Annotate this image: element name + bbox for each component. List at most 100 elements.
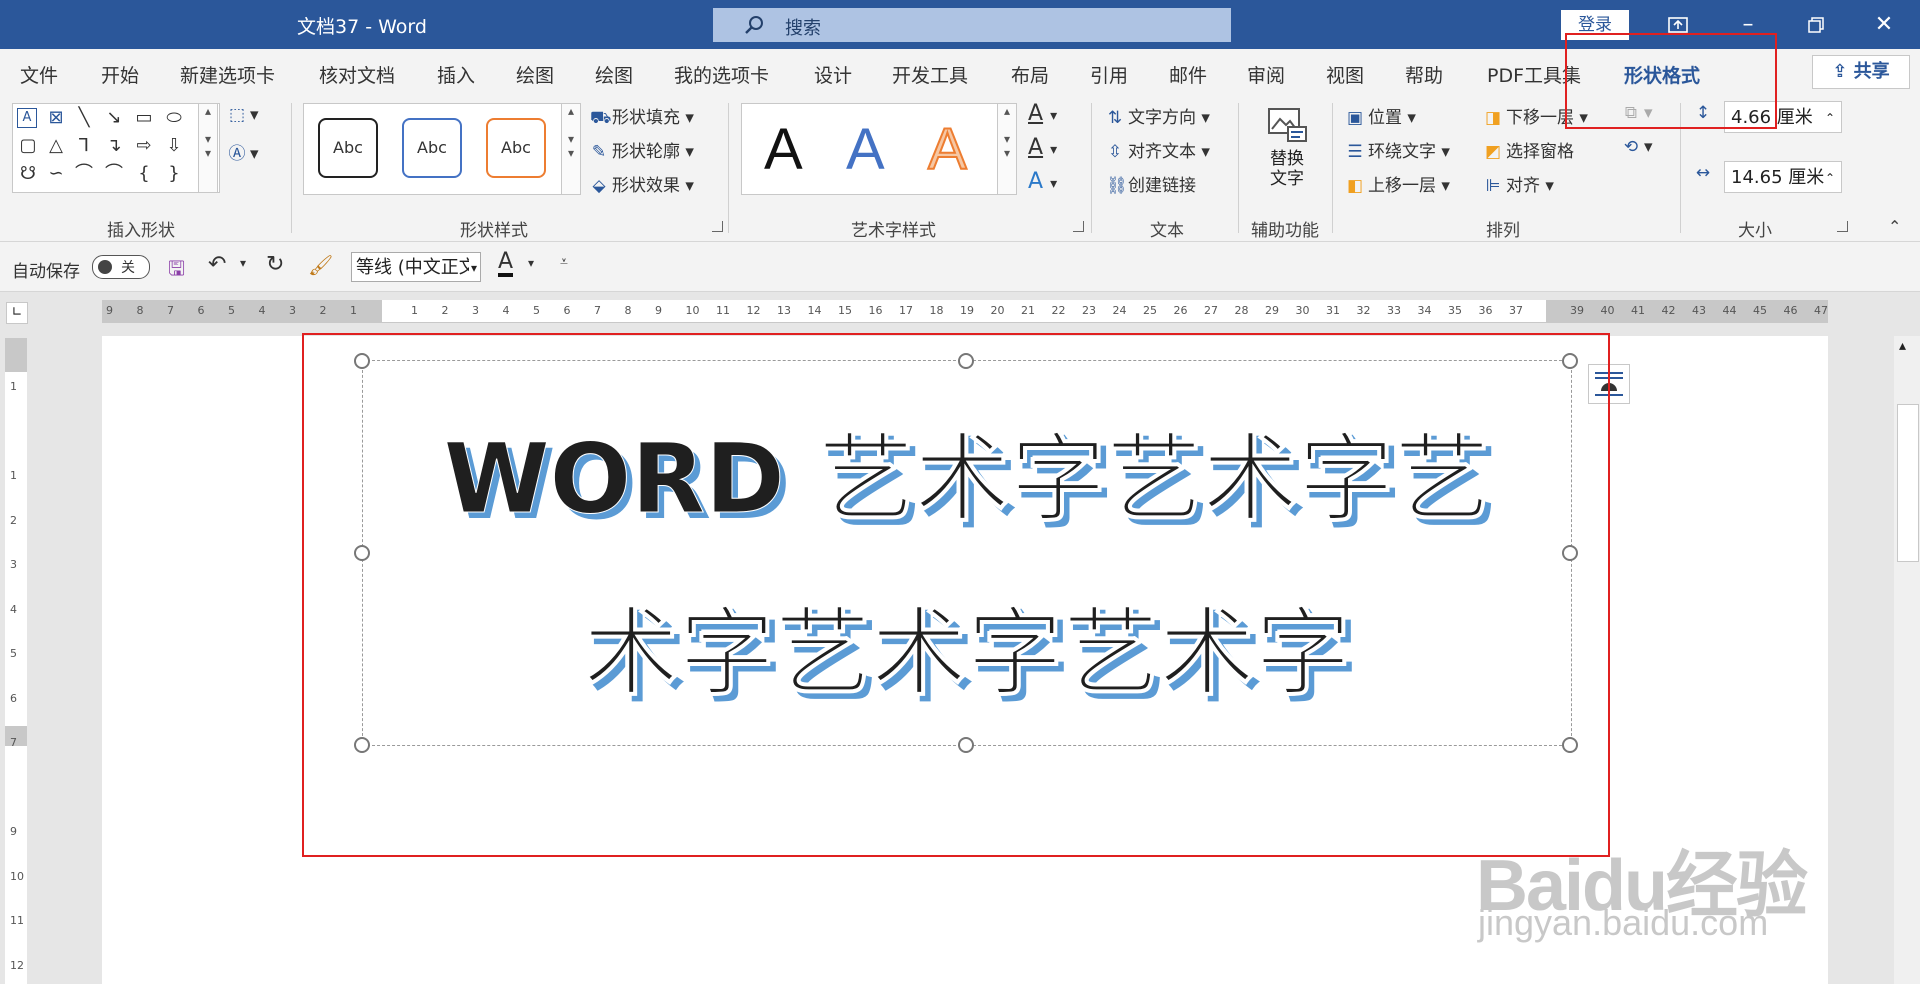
baidu-watermark-url: jingyan.baidu.com bbox=[1478, 902, 1769, 943]
align-text-icon: ⇳ bbox=[1107, 142, 1123, 162]
arc-icon[interactable]: ⌒ bbox=[73, 164, 95, 184]
wordart-style-black[interactable]: A bbox=[764, 116, 803, 183]
tab-insert[interactable]: 插入 bbox=[437, 61, 475, 88]
elbow-arrow-icon[interactable]: ↴ bbox=[103, 136, 125, 156]
shapes-gallery[interactable]: A ⊠ ╲ ↘ ▭ ⬭ ▢ △ ⅂ ↴ ⇨ ⇩ ☋ ∽ ⌒ ⌒ { } bbox=[12, 103, 220, 193]
align-text-button[interactable]: ⇳ 对齐文本 ▾ bbox=[1106, 137, 1210, 162]
tab-layout[interactable]: 布局 bbox=[1011, 61, 1049, 88]
text-direction-button[interactable]: ⇅ 文字方向 ▾ bbox=[1106, 103, 1210, 128]
tab-selector-icon[interactable]: ∟ bbox=[6, 302, 28, 324]
ruler-tick-label: 32 bbox=[1356, 304, 1371, 317]
rounded-rectangle-icon[interactable]: ▢ bbox=[17, 136, 39, 156]
horizontal-ruler[interactable]: 9 8 7 6 5 4 3 2 1 1 2 3 4 5 6 7 8 9 10 11 12 13 14 15 16 17 18 19 20… bbox=[102, 300, 1828, 323]
shape-fill-button[interactable]: ⛟形状填充 ▾ bbox=[590, 103, 694, 130]
right-arrow-icon[interactable]: ⇨ bbox=[133, 136, 155, 156]
text-effects-button[interactable]: A ▾ bbox=[1028, 169, 1057, 194]
tab-references[interactable]: 引用 bbox=[1090, 61, 1128, 88]
tab-new-tab[interactable]: 新建选项卡 bbox=[180, 61, 275, 88]
tab-file[interactable]: 文件 bbox=[20, 61, 58, 88]
autosave-toggle[interactable]: 关 bbox=[92, 255, 150, 279]
shape-style-orange[interactable]: Abc bbox=[486, 118, 546, 178]
share-button[interactable]: ⇪ 共享 bbox=[1812, 55, 1910, 89]
ruler-tick-label: 1 bbox=[10, 469, 17, 482]
font-color-dropdown-icon[interactable]: ▾ bbox=[528, 256, 534, 270]
tab-home[interactable]: 开始 bbox=[101, 61, 139, 88]
close-icon[interactable]: ✕ bbox=[1860, 8, 1908, 42]
redo-icon[interactable]: ↻ bbox=[266, 252, 284, 277]
shape-styles-launcher-icon[interactable] bbox=[712, 221, 723, 232]
rotate-button[interactable]: ⟲ ▾ bbox=[1622, 137, 1653, 157]
wordart-style-orange[interactable]: A bbox=[927, 116, 968, 183]
rectangle-icon[interactable]: ▭ bbox=[133, 108, 155, 128]
tab-review[interactable]: 审阅 bbox=[1247, 61, 1285, 88]
height-spinner-icon[interactable]: ⌃ bbox=[1825, 102, 1835, 134]
position-button[interactable]: ▣ 位置 ▾ bbox=[1346, 103, 1416, 128]
align-text-label: 对齐文本 bbox=[1128, 142, 1196, 162]
undo-icon[interactable]: ↶ bbox=[208, 252, 226, 277]
vertical-text-box-icon[interactable]: ⊠ bbox=[45, 108, 67, 128]
scribble-icon[interactable]: ∽ bbox=[45, 164, 67, 184]
separator bbox=[728, 103, 729, 233]
freeform-icon[interactable]: ☋ bbox=[17, 164, 39, 184]
width-spinner-icon[interactable]: ⌃ bbox=[1825, 162, 1835, 194]
text-fill-button[interactable]: A ▾ bbox=[1028, 101, 1057, 126]
wordart-style-blue[interactable]: A bbox=[846, 116, 885, 183]
text-box-icon[interactable]: A bbox=[17, 108, 37, 128]
shape-width-input[interactable]: 14.65 厘米 ⌃ bbox=[1724, 161, 1842, 193]
undo-dropdown-icon[interactable]: ▾ bbox=[240, 256, 246, 270]
scrollbar-thumb[interactable] bbox=[1897, 404, 1919, 562]
tab-check-document[interactable]: 核对文档 bbox=[319, 61, 395, 88]
font-color-button[interactable]: A bbox=[498, 251, 514, 277]
oval-icon[interactable]: ⬭ bbox=[163, 108, 185, 128]
window-title: 文档37 - Word bbox=[297, 16, 427, 38]
wrap-text-button[interactable]: ☰ 环绕文字 ▾ bbox=[1346, 137, 1450, 162]
shape-style-blue[interactable]: Abc bbox=[402, 118, 462, 178]
text-outline-button[interactable]: A ▾ bbox=[1028, 135, 1057, 160]
elbow-connector-icon[interactable]: ⅂ bbox=[73, 136, 95, 156]
down-arrow-icon[interactable]: ⇩ bbox=[163, 136, 185, 156]
create-link-button[interactable]: ⛓创建链接 bbox=[1106, 171, 1196, 196]
shape-style-black[interactable]: Abc bbox=[318, 118, 378, 178]
shape-effects-button[interactable]: ⬙ 形状效果 ▾ bbox=[590, 171, 693, 196]
tab-mailings[interactable]: 邮件 bbox=[1169, 61, 1207, 88]
triangle-icon[interactable]: △ bbox=[45, 136, 67, 156]
search-box[interactable]: 搜索 bbox=[713, 8, 1231, 42]
tab-my-tab[interactable]: 我的选项卡 bbox=[674, 61, 769, 88]
shapes-gallery-scroll[interactable]: ▴ ▾ ▾ bbox=[198, 103, 218, 193]
restore-icon[interactable] bbox=[1792, 8, 1840, 42]
wordart-gallery[interactable]: A A A bbox=[741, 103, 1017, 195]
align-button[interactable]: ⊫ 对齐 ▾ bbox=[1484, 171, 1554, 196]
arrow-line-icon[interactable]: ↘ bbox=[103, 108, 125, 128]
tab-view[interactable]: 视图 bbox=[1326, 61, 1364, 88]
draw-text-box-button[interactable]: Ⓐ ▾ bbox=[228, 139, 259, 164]
tab-draw[interactable]: 绘图 bbox=[516, 61, 554, 88]
wordart-launcher-icon[interactable] bbox=[1073, 221, 1084, 232]
ruler-tick-label: 10 bbox=[685, 304, 700, 317]
selection-pane-button[interactable]: ◩ 选择窗格 bbox=[1484, 137, 1574, 162]
ruler-tick-label: 34 bbox=[1417, 304, 1432, 317]
font-name-select[interactable]: 等线 (中文正文 ▾ bbox=[351, 252, 481, 282]
shape-styles-gallery[interactable]: Abc Abc Abc bbox=[303, 103, 581, 195]
vertical-scrollbar[interactable]: ▴ bbox=[1894, 336, 1920, 984]
edit-shape-button[interactable]: ⬚ ▾ bbox=[228, 105, 259, 125]
bring-forward-button[interactable]: ◧ 上移一层 ▾ bbox=[1346, 171, 1450, 196]
wordart-scroll[interactable]: ▴ ▾ ▾ bbox=[997, 103, 1017, 195]
shape-styles-scroll[interactable]: ▴ ▾ ▾ bbox=[561, 103, 581, 195]
format-painter-icon[interactable]: 🖌 bbox=[308, 253, 333, 277]
curve-icon[interactable]: ⌒ bbox=[103, 164, 125, 184]
collapse-ribbon-icon[interactable]: ⌃ bbox=[1888, 217, 1901, 236]
tab-developer[interactable]: 开发工具 bbox=[892, 61, 968, 88]
left-brace-icon[interactable]: { bbox=[133, 164, 155, 184]
right-brace-icon[interactable]: } bbox=[163, 164, 185, 184]
vertical-ruler[interactable]: 11234567910111213 bbox=[5, 338, 27, 984]
scroll-up-icon[interactable]: ▴ bbox=[1899, 338, 1906, 354]
line-icon[interactable]: ╲ bbox=[73, 108, 95, 128]
customize-toolbar-icon[interactable]: ⩡ bbox=[560, 254, 568, 270]
size-launcher-icon[interactable] bbox=[1837, 221, 1848, 232]
tab-help[interactable]: 帮助 bbox=[1405, 61, 1443, 88]
tab-draw-2[interactable]: 绘图 bbox=[595, 61, 633, 88]
save-icon[interactable]: 🖫 bbox=[168, 254, 185, 288]
tab-design[interactable]: 设计 bbox=[814, 61, 852, 88]
alt-text-button[interactable]: 替换 文字 bbox=[1262, 105, 1312, 205]
shape-outline-button[interactable]: ✎ 形状轮廓 ▾ bbox=[590, 137, 694, 162]
